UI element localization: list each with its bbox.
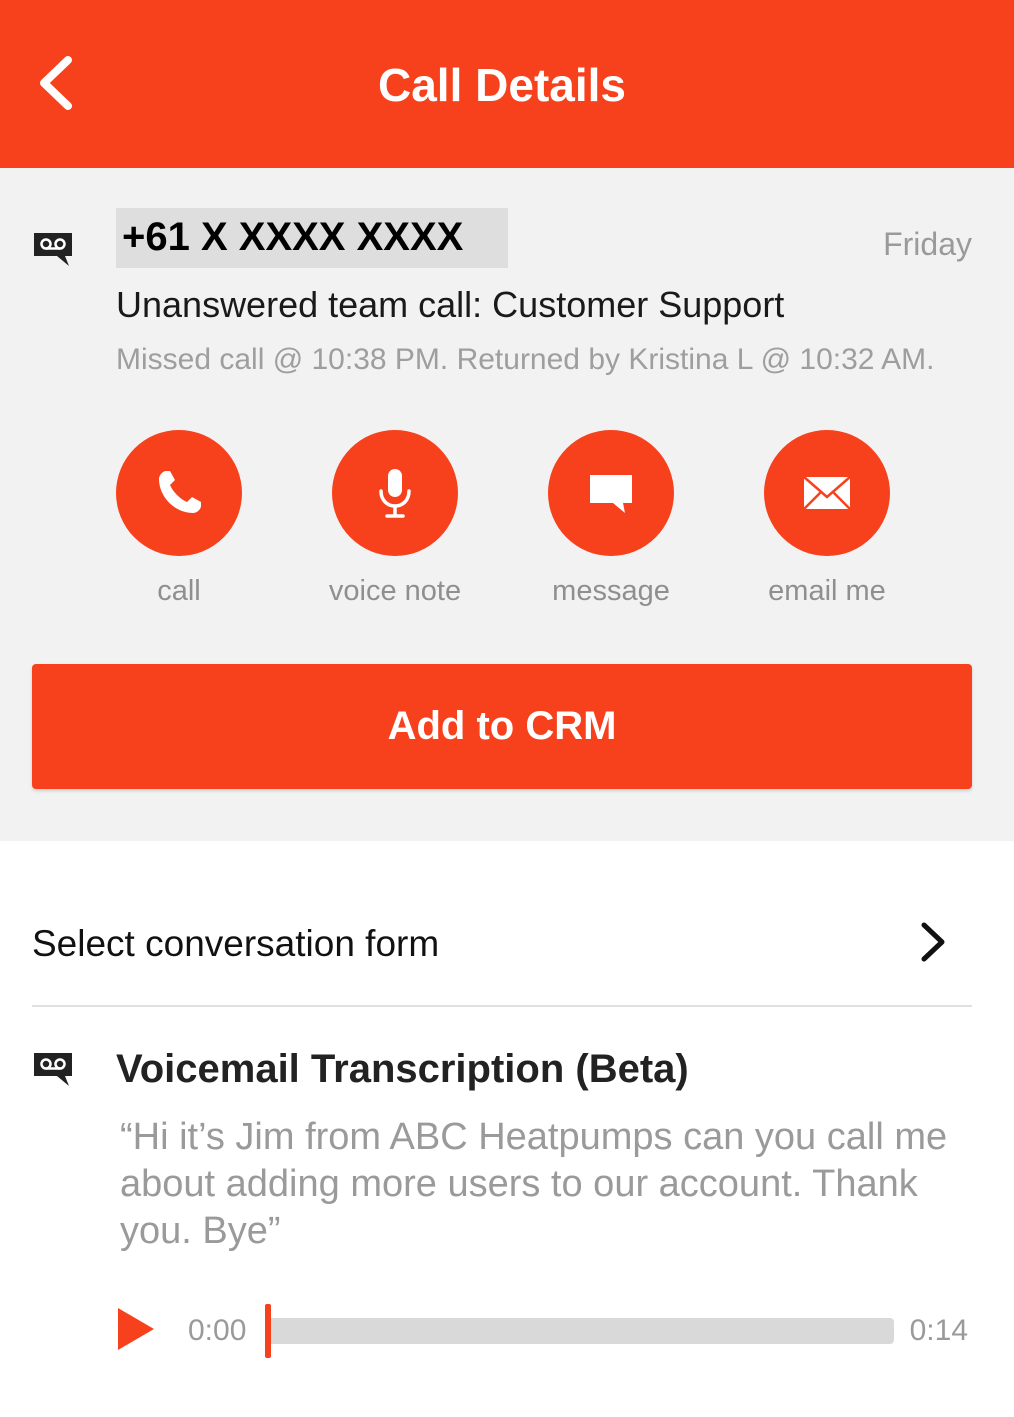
chevron-right-icon	[921, 922, 945, 962]
voice-note-button-circle[interactable]	[332, 430, 458, 556]
envelope-icon	[803, 476, 851, 510]
message-button[interactable]: message	[501, 430, 721, 620]
transcription-text: “Hi it’s Jim from ABC Heatpumps can you …	[120, 1116, 948, 1252]
phone-number: +61 X XXXX XXXX	[116, 208, 508, 268]
email-me-button-circle[interactable]	[764, 430, 890, 556]
current-time: 0:00	[188, 1314, 247, 1347]
call-button-label: call	[157, 575, 201, 607]
call-title: Unanswered team call: Customer Support	[116, 284, 785, 325]
call-button[interactable]: call	[69, 430, 289, 620]
message-icon	[590, 475, 632, 513]
audio-progress-thumb[interactable]	[265, 1304, 271, 1358]
transcription-title: Voicemail Transcription (Beta)	[116, 1047, 689, 1091]
play-icon[interactable]	[114, 1304, 158, 1354]
audio-progress-slider[interactable]	[265, 1304, 894, 1358]
select-conversation-form-row[interactable]: Select conversation form	[32, 885, 972, 1007]
duration-time: 0:14	[909, 1314, 968, 1347]
app-header: Call Details	[0, 0, 1014, 168]
voicemail-icon	[34, 233, 72, 266]
call-button-circle[interactable]	[116, 430, 242, 556]
microphone-icon	[379, 469, 411, 518]
message-button-label: message	[552, 575, 670, 607]
add-to-crm-button[interactable]: Add to CRM	[32, 664, 972, 789]
email-me-button[interactable]: email me	[717, 430, 937, 620]
phone-icon	[159, 471, 201, 513]
voice-note-button-label: voice note	[328, 575, 462, 607]
page-title: Call Details	[378, 59, 626, 111]
voicemail-icon	[34, 1053, 72, 1086]
message-button-circle[interactable]	[548, 430, 674, 556]
call-status: Missed call @ 10:38 PM. Returned by Kris…	[116, 343, 935, 376]
call-details-panel: +61 X XXXX XXXX Friday Unanswered team c…	[0, 168, 1014, 841]
call-date: Friday	[883, 226, 972, 262]
email-me-button-label: email me	[768, 575, 886, 607]
voice-note-button[interactable]: voice note	[285, 430, 505, 620]
select-conversation-form-label: Select conversation form	[32, 923, 440, 964]
